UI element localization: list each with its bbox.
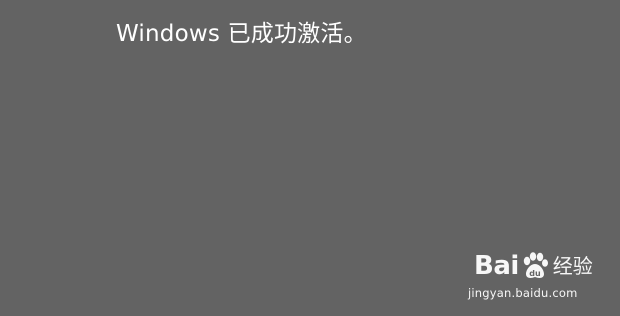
- svg-text:du: du: [529, 269, 541, 278]
- watermark-url: jingyan.baidu.com: [468, 286, 578, 300]
- watermark-logo: Bai du 经验: [474, 248, 593, 284]
- watermark-jingyan-text: 经验: [552, 254, 593, 278]
- activation-screen: Windows 已成功激活。 Bai du 经验 jingyan.baidu.c…: [0, 0, 620, 316]
- baidu-jingyan-watermark: Bai du 经验 jingyan.baidu.com: [468, 248, 614, 308]
- paw-icon: du: [523, 252, 548, 278]
- watermark-brand-text: Bai: [474, 251, 519, 281]
- activation-status-message: Windows 已成功激活。: [116, 21, 367, 47]
